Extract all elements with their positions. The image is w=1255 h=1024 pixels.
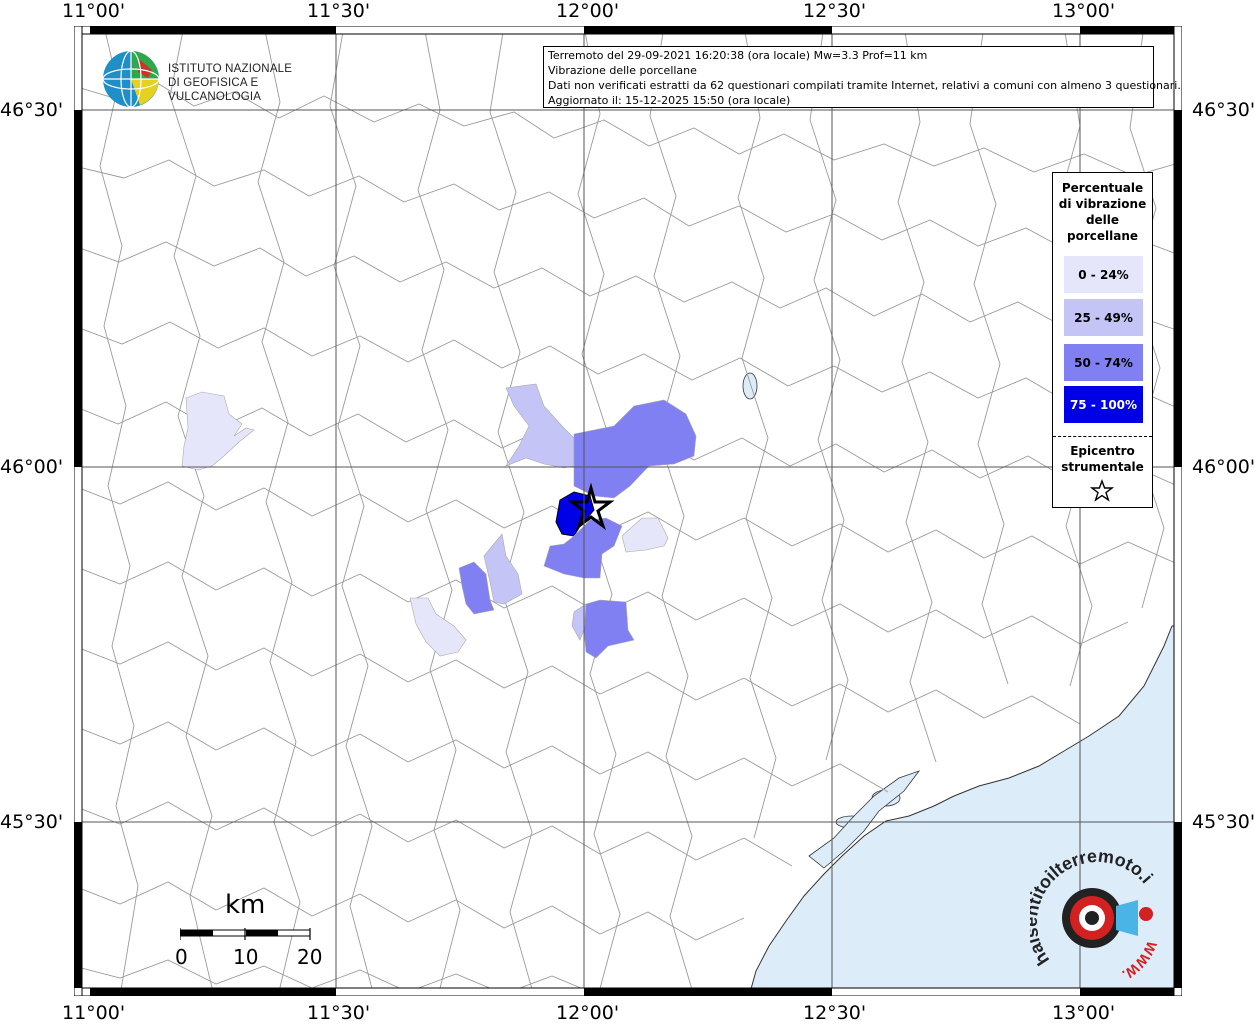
scale-bar: km 0 10 20 [175, 890, 335, 970]
legend-separator [1053, 436, 1152, 437]
lon-label-top-5: 13°00' [1052, 0, 1116, 22]
legend-class-25-49-label: 25 - 49% [1074, 310, 1133, 325]
ingv-name-line2: DI GEOFISICA E VULCANOLOGIA [168, 77, 262, 103]
lon-label-top-2: 11°30' [307, 0, 371, 22]
legend-class-0-24: 0 - 24% [1064, 256, 1143, 293]
legend-title-line2: di vibrazione [1058, 197, 1147, 211]
lon-label-bottom-1: 11°00' [62, 1002, 126, 1024]
legend-title-line3: delle [1085, 213, 1120, 227]
scale-label-0: 0 [175, 945, 188, 969]
event-info-line4: Aggiornato il: 15-12-2025 15:50 (ora loc… [548, 94, 791, 107]
scale-label-10: 10 [233, 945, 259, 969]
lon-label-bottom-4: 12°30' [803, 1002, 867, 1024]
earthquake-target-icon: haisentitoilterremoto.it WWW. [1021, 834, 1161, 983]
lon-label-top-1: 11°00' [62, 0, 126, 22]
ingv-globe-icon [102, 50, 160, 108]
event-info-line1: Terremoto del 29-09-2021 16:20:38 (ora l… [548, 49, 928, 62]
lat-label-left-1: 46°30' [0, 99, 64, 121]
legend-class-25-49: 25 - 49% [1064, 299, 1143, 336]
legend-title-line1: Percentuale [1061, 181, 1144, 195]
lon-label-top-3: 12°00' [556, 0, 620, 22]
legend-epicenter-line2: strumentale [1061, 460, 1144, 474]
lat-label-left-3: 45°30' [0, 811, 64, 833]
ingv-logo: ISTITUTO NAZIONALE DI GEOFISICA E VULCAN… [100, 48, 315, 108]
legend: Percentuale di vibrazione delle porcella… [1052, 172, 1153, 508]
lon-label-bottom-2: 11°30' [307, 1002, 371, 1024]
lat-label-right-3: 45°30' [1192, 811, 1255, 833]
svg-text:WWW.: WWW. [1120, 939, 1161, 983]
lon-label-bottom-5: 13°00' [1052, 1002, 1116, 1024]
legend-class-75-100: 75 - 100% [1064, 386, 1143, 423]
legend-title: Percentuale di vibrazione delle porcella… [1053, 180, 1152, 244]
ingv-name-line1: ISTITUTO NAZIONALE [168, 63, 293, 75]
lat-label-right-2: 46°00' [1192, 456, 1255, 478]
scale-title: km [225, 890, 266, 920]
lat-label-right-1: 46°30' [1192, 99, 1255, 121]
scale-label-20: 20 [297, 945, 323, 969]
scale-bar-graphic [180, 928, 311, 940]
event-info-line3: Dati non verificati estratti da 62 quest… [548, 79, 1181, 92]
star-outline-icon [1090, 479, 1114, 502]
hai-sentito-logo: haisentitoilterremoto.it WWW. [1021, 834, 1170, 990]
legend-class-50-74: 50 - 74% [1064, 344, 1143, 381]
map-canvas[interactable] [74, 26, 1182, 996]
legend-class-75-100-label: 75 - 100% [1069, 397, 1138, 412]
lake-santa-croce [742, 372, 758, 400]
lon-label-bottom-3: 12°00' [556, 1002, 620, 1024]
legend-class-0-24-label: 0 - 24% [1078, 267, 1129, 282]
lon-label-top-4: 12°30' [803, 0, 867, 22]
legend-class-50-74-label: 50 - 74% [1074, 355, 1133, 370]
event-info-line2: Vibrazione delle porcellane [548, 64, 697, 77]
legend-title-line4: porcellane [1066, 229, 1138, 243]
legend-epicenter-line1: Epicentro [1070, 444, 1135, 458]
event-info-box: Terremoto del 29-09-2021 16:20:38 (ora l… [543, 46, 1181, 108]
legend-epicenter-label: Epicentro strumentale [1053, 443, 1152, 475]
lat-label-left-2: 46°00' [0, 456, 64, 478]
